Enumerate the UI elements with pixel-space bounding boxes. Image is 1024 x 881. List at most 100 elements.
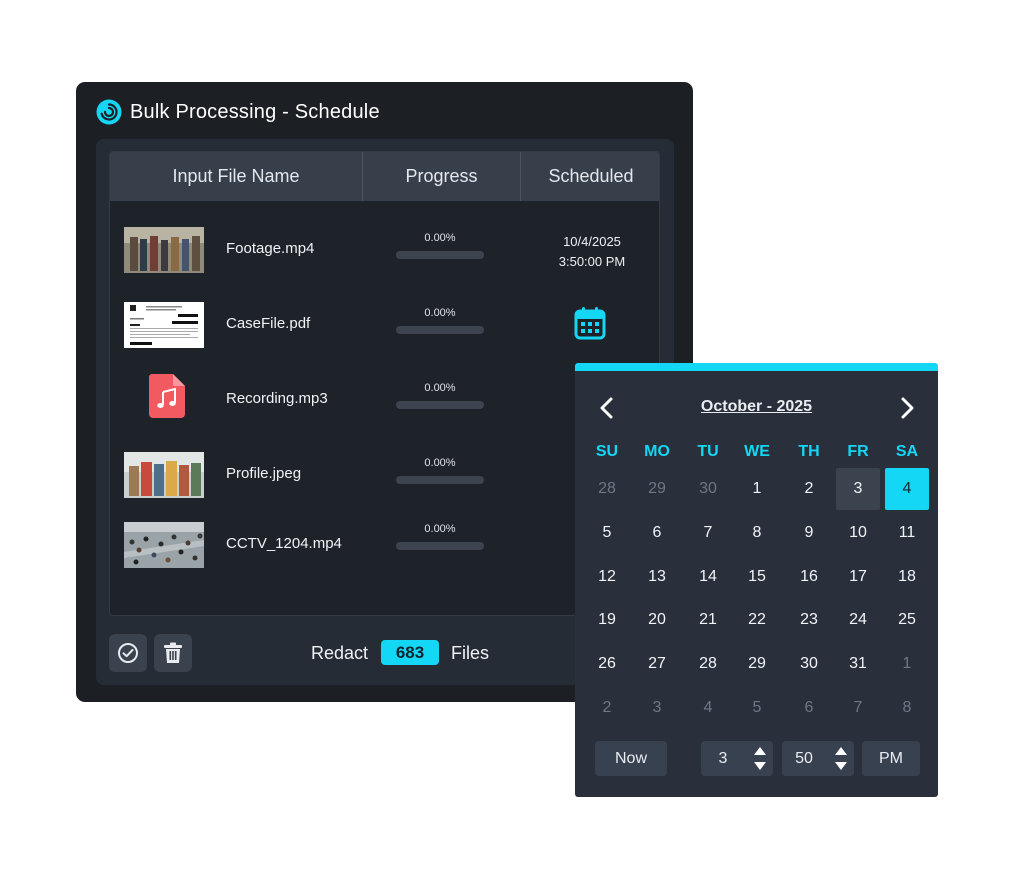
redact-label: Redact (311, 643, 369, 663)
weekday-label: MO (644, 443, 670, 460)
hour-value: 3 (718, 749, 728, 767)
calendar-icon[interactable] (574, 306, 606, 340)
progress-percent: 0.00% (424, 307, 456, 319)
calendar-day[interactable]: 26 (585, 643, 629, 685)
table-row[interactable]: CaseFile.pdf 0.00% (110, 289, 659, 359)
calendar-day[interactable]: 18 (885, 556, 929, 598)
file-name: Recording.mp3 (226, 390, 328, 407)
am-pm-toggle[interactable]: PM (862, 741, 920, 776)
column-header-scheduled[interactable]: Scheduled (521, 152, 659, 201)
weekday-label: WE (744, 443, 770, 460)
hour-up-icon[interactable] (754, 747, 766, 755)
scheduled-date: 10/4/2025 (563, 234, 621, 249)
calendar-day[interactable]: 19 (585, 599, 629, 641)
calendar-day[interactable]: 30 (686, 468, 730, 510)
calendar-day[interactable]: 13 (635, 556, 679, 598)
cctv-thumbnail (124, 522, 204, 568)
calendar-day[interactable]: 29 (635, 468, 679, 510)
calendar-day[interactable]: 28 (585, 468, 629, 510)
audio-file-icon (149, 374, 185, 418)
calendar-day[interactable]: 4 (686, 687, 730, 729)
calendar-day[interactable]: 27 (635, 643, 679, 685)
calendar-day[interactable]: 10 (836, 512, 880, 554)
document-thumbnail (124, 302, 204, 348)
window-title: Bulk Processing - Schedule (130, 100, 380, 123)
scheduled-datetime[interactable]: 10/4/2025 3:50:00 PM (522, 232, 659, 272)
calendar-day[interactable]: 3 (836, 468, 880, 510)
column-header-file-name[interactable]: Input File Name (110, 152, 363, 201)
trash-icon (164, 642, 182, 663)
progress-bar (396, 476, 484, 484)
delete-button[interactable] (154, 634, 192, 672)
now-button[interactable]: Now (595, 741, 667, 776)
calendar-day[interactable]: 29 (735, 643, 779, 685)
calendar-day[interactable]: 15 (735, 556, 779, 598)
swirl-logo-icon (96, 99, 122, 125)
progress-percent: 0.00% (424, 232, 456, 244)
calendar-day[interactable]: 1 (885, 643, 929, 685)
calendar-day[interactable]: 24 (836, 599, 880, 641)
image-thumbnail (124, 452, 204, 498)
table-row[interactable]: Footage.mp4 0.00% 10/4/2025 3:50:00 PM (110, 214, 659, 284)
file-name: CaseFile.pdf (226, 315, 311, 332)
file-name: Profile.jpeg (226, 465, 302, 482)
calendar-day[interactable]: 6 (635, 512, 679, 554)
title-bar: Bulk Processing - Schedule (96, 98, 380, 126)
calendar-day[interactable]: 2 (585, 687, 629, 729)
minute-up-icon[interactable] (835, 747, 847, 755)
check-circle-icon (118, 643, 138, 663)
calendar-day[interactable]: 8 (735, 512, 779, 554)
calendar-day[interactable]: 21 (686, 599, 730, 641)
hour-stepper[interactable]: 3 (701, 741, 773, 776)
calendar-day[interactable]: 25 (885, 599, 929, 641)
chevron-right-icon[interactable] (897, 397, 917, 419)
approve-button[interactable] (109, 634, 147, 672)
file-count-badge: 683 (381, 640, 439, 665)
progress-bar (396, 542, 484, 550)
calendar-day[interactable]: 5 (585, 512, 629, 554)
weekday-label: FR (847, 443, 869, 460)
calendar-day[interactable]: 16 (787, 556, 831, 598)
calendar-day[interactable]: 14 (686, 556, 730, 598)
minute-value: 50 (795, 749, 813, 767)
calendar-day[interactable]: 7 (686, 512, 730, 554)
calendar-day[interactable]: 1 (735, 468, 779, 510)
calendar-day[interactable]: 22 (735, 599, 779, 641)
date-picker-popup: October - 2025 SU MO TU WE TH FR SA 28 29 30 1 2 3 4… (575, 363, 938, 797)
progress-percent: 0.00% (424, 382, 456, 394)
calendar-day[interactable]: 5 (735, 687, 779, 729)
calendar-day[interactable]: 17 (836, 556, 880, 598)
calendar-day[interactable]: 31 (836, 643, 880, 685)
calendar-day[interactable]: 20 (635, 599, 679, 641)
progress-percent: 0.00% (424, 523, 456, 535)
calendar-day[interactable]: 6 (787, 687, 831, 729)
file-name: CCTV_1204.mp4 (226, 535, 342, 552)
weekday-label: TU (697, 443, 719, 460)
file-name: Footage.mp4 (226, 240, 315, 257)
month-year-title[interactable]: October - 2025 (575, 398, 938, 416)
progress-bar (396, 251, 484, 259)
video-thumbnail (124, 227, 204, 273)
scheduled-time: 3:50:00 PM (558, 254, 626, 269)
calendar-day[interactable]: 3 (635, 687, 679, 729)
weekday-label: SA (895, 443, 919, 460)
calendar-day[interactable]: 12 (585, 556, 629, 598)
calendar-day[interactable]: 9 (787, 512, 831, 554)
hour-down-icon[interactable] (754, 762, 766, 770)
minute-stepper[interactable]: 50 (782, 741, 854, 776)
column-header-progress[interactable]: Progress (363, 152, 521, 201)
calendar-day[interactable]: 7 (836, 687, 880, 729)
calendar-day[interactable]: 8 (885, 687, 929, 729)
calendar-day-selected[interactable]: 4 (885, 468, 929, 510)
progress-percent: 0.00% (424, 457, 456, 469)
calendar-day[interactable]: 11 (885, 512, 929, 554)
progress-bar (396, 326, 484, 334)
calendar-day[interactable]: 30 (787, 643, 831, 685)
minute-down-icon[interactable] (835, 762, 847, 770)
calendar-day[interactable]: 2 (787, 468, 831, 510)
weekday-label: TH (798, 443, 820, 460)
progress-bar (396, 401, 484, 409)
calendar-day[interactable]: 23 (787, 599, 831, 641)
table-header: Input File Name Progress Scheduled (110, 152, 659, 201)
calendar-day[interactable]: 28 (686, 643, 730, 685)
